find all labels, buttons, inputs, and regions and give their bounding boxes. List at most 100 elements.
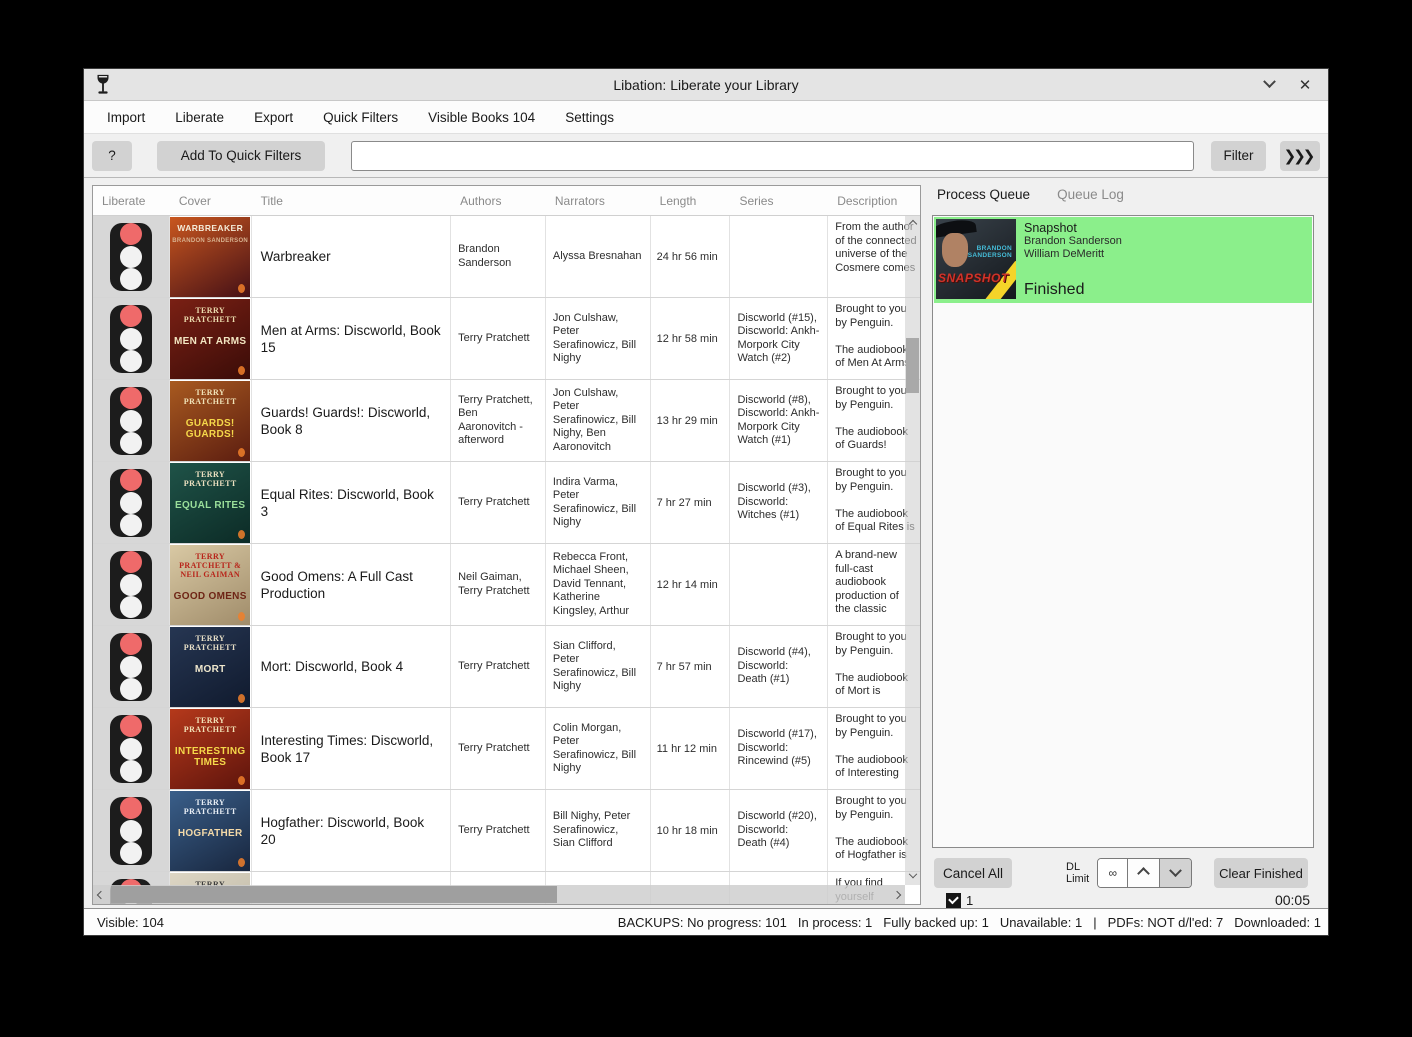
narrators-cell: Rebecca Front, Michael Sheen, David Tenn…: [546, 544, 651, 625]
menu-item-liberate[interactable]: Liberate: [164, 104, 235, 131]
help-button[interactable]: ?: [92, 141, 132, 171]
table-row[interactable]: TERRY PRATCHETTGUARDS! GUARDS!Guards! Gu…: [93, 380, 920, 462]
cover-art-shape: [942, 233, 968, 267]
dl-limit-decrease-button[interactable]: [1159, 859, 1191, 887]
tab-process-queue[interactable]: Process Queue: [937, 187, 1030, 202]
title-bar[interactable]: Libation: Liberate your Library ✕: [84, 69, 1328, 101]
penguin-logo: [238, 694, 245, 703]
authors-cell: Terry Pratchett: [451, 626, 546, 707]
add-to-quick-filters-button[interactable]: Add To Quick Filters: [157, 141, 325, 171]
chevron-left-icon: [97, 890, 105, 898]
filter-search-input[interactable]: [351, 141, 1194, 171]
liberate-status-icon[interactable]: [110, 633, 152, 701]
window-collapse-button[interactable]: [1258, 74, 1280, 96]
menu-item-quick-filters[interactable]: Quick Filters: [312, 104, 409, 131]
liberate-cell: [93, 790, 170, 871]
table-row[interactable]: TERRY PRATCHETTINTERESTING TIMESInterest…: [93, 708, 920, 790]
filter-button[interactable]: Filter: [1211, 141, 1266, 171]
menu-bar: Import Liberate Export Quick Filters Visible…: [84, 101, 1328, 134]
traffic-light-dot: [120, 656, 142, 678]
traffic-light-dot: [120, 328, 142, 350]
cover-author-text: BRANDONSANDERSON: [968, 245, 1012, 259]
status-separator: |: [1093, 915, 1096, 930]
penguin-logo: [238, 366, 245, 375]
cover-cell: TERRY PRATCHETTEQUAL RITES: [170, 462, 252, 543]
traffic-light-dot: [120, 738, 142, 760]
clear-finished-button[interactable]: Clear Finished: [1214, 858, 1308, 888]
expand-filter-button[interactable]: ❯❯❯: [1280, 141, 1320, 171]
menu-item-export[interactable]: Export: [243, 104, 304, 131]
menu-item-visible-books-104[interactable]: Visible Books 104: [417, 104, 546, 131]
cover-title-text: INTERESTING TIMES: [170, 746, 250, 768]
chevron-right-icon: [893, 890, 901, 898]
traffic-light-dot: [120, 246, 142, 268]
liberate-cell: [93, 544, 170, 625]
narrators-cell: Jon Culshaw, Peter Serafinowicz, Bill Ni…: [546, 380, 651, 461]
liberate-status-icon[interactable]: [110, 387, 152, 455]
cover-title-text: MEN AT ARMS: [174, 336, 246, 347]
length-cell: 7 hr 27 min: [651, 462, 731, 543]
libation-window: Libation: Liberate your Library ✕ Import…: [83, 68, 1329, 936]
queue-count-checkbox[interactable]: [946, 893, 961, 908]
cover-author-text: TERRY PRATCHETT: [170, 388, 250, 406]
vertical-scrollbar[interactable]: [905, 216, 920, 885]
queue-item-title: Snapshot: [1024, 221, 1310, 235]
liberate-status-icon[interactable]: [110, 797, 152, 865]
table-row[interactable]: TERRY PRATCHETTMEN AT ARMSMen at Arms: D…: [93, 298, 920, 380]
dl-limit-value[interactable]: ∞: [1098, 859, 1127, 887]
liberate-status-icon[interactable]: [110, 715, 152, 783]
column-header-description[interactable]: Description: [828, 186, 920, 215]
scroll-right-arrow[interactable]: [889, 892, 905, 898]
table-row[interactable]: TERRY PRATCHETT & NEIL GAIMANGOOD OMENSG…: [93, 544, 920, 626]
dl-limit-spinner: ∞: [1097, 858, 1192, 888]
traffic-light-dot: [120, 268, 142, 290]
chevron-up-icon: [908, 220, 916, 228]
column-header-series[interactable]: Series: [730, 186, 828, 215]
liberate-status-icon[interactable]: [110, 223, 152, 291]
cover-title-text: GOOD OMENS: [174, 591, 247, 602]
column-header-title[interactable]: Title: [252, 186, 451, 215]
liberate-cell: [93, 626, 170, 707]
cover-cell: TERRY PRATCHETT & NEIL GAIMANGOOD OMENS: [170, 544, 252, 625]
column-header-cover[interactable]: Cover: [170, 186, 252, 215]
column-header-narrators[interactable]: Narrators: [546, 186, 651, 215]
cover-author-text: WARBREAKER: [177, 224, 243, 233]
penguin-logo: [238, 448, 245, 457]
scroll-down-arrow[interactable]: [905, 869, 920, 885]
liberate-status-icon[interactable]: [110, 551, 152, 619]
liberate-cell: [93, 216, 170, 297]
dl-limit-label: DLLimit: [1066, 861, 1089, 885]
status-segment-pdfs: PDFs: NOT d/l'ed: 7: [1108, 915, 1224, 930]
title-cell: Guards! Guards!: Discworld, Book 8: [252, 380, 452, 461]
scroll-left-arrow[interactable]: [93, 892, 109, 898]
book-cover: WARBREAKERBRANDON SANDERSON: [170, 217, 250, 297]
queue-list: BRANDONSANDERSON SNAPSHOT Snapshot Brand…: [932, 215, 1314, 848]
traffic-light-dot: [120, 842, 142, 864]
cancel-all-button[interactable]: Cancel All: [934, 858, 1012, 888]
table-row[interactable]: TERRY PRATCHETTEQUAL RITESEqual Rites: D…: [93, 462, 920, 544]
dl-limit-increase-button[interactable]: [1127, 859, 1159, 887]
column-header-liberate[interactable]: Liberate: [93, 186, 170, 215]
table-row[interactable]: WARBREAKERBRANDON SANDERSONWarbreakerBra…: [93, 216, 920, 298]
book-cover: TERRY PRATCHETTINTERESTING TIMES: [170, 709, 250, 789]
cover-author-text: TERRY PRATCHETT: [170, 798, 250, 816]
liberate-status-icon[interactable]: [110, 469, 152, 537]
cover-cell: WARBREAKERBRANDON SANDERSON: [170, 216, 252, 297]
cover-title-text: HOGFATHER: [178, 828, 243, 839]
tab-queue-log[interactable]: Queue Log: [1057, 187, 1124, 202]
menu-item-settings[interactable]: Settings: [554, 104, 625, 131]
table-row[interactable]: TERRY PRATCHETTMORTMort: Discworld, Book…: [93, 626, 920, 708]
liberate-status-icon[interactable]: [110, 305, 152, 373]
scroll-up-arrow[interactable]: [905, 216, 920, 232]
column-header-authors[interactable]: Authors: [451, 186, 546, 215]
column-header-length[interactable]: Length: [651, 186, 731, 215]
window-close-button[interactable]: ✕: [1294, 74, 1316, 96]
menu-item-import[interactable]: Import: [96, 104, 156, 131]
horizontal-scrollbar-thumb[interactable]: [111, 886, 557, 903]
length-cell: 12 hr 14 min: [651, 544, 731, 625]
vertical-scrollbar-thumb[interactable]: [906, 338, 919, 393]
queue-item[interactable]: BRANDONSANDERSON SNAPSHOT Snapshot Brand…: [934, 217, 1312, 303]
horizontal-scrollbar[interactable]: [93, 885, 905, 904]
chevron-down-icon: [908, 870, 916, 878]
table-row[interactable]: TERRY PRATCHETTHOGFATHERHogfather: Discw…: [93, 790, 920, 872]
